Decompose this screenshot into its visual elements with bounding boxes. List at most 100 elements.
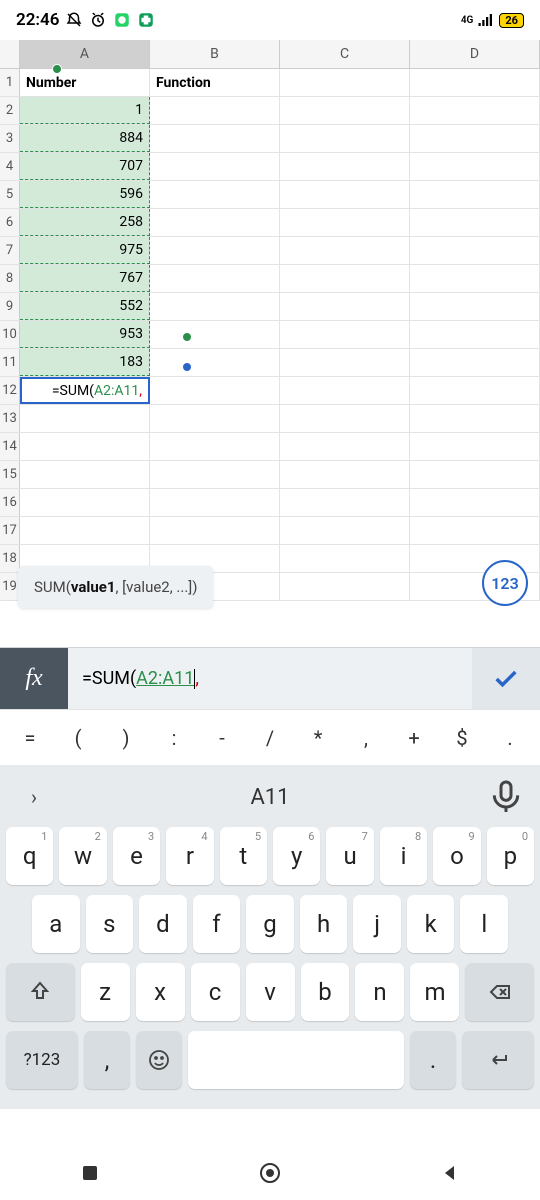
cell-B11[interactable] bbox=[150, 349, 280, 376]
cell-C7[interactable] bbox=[280, 237, 410, 264]
row-header[interactable]: 11 bbox=[0, 349, 20, 376]
cell-D8[interactable] bbox=[410, 265, 540, 292]
confirm-button[interactable] bbox=[472, 648, 540, 709]
row-header[interactable]: 1 bbox=[0, 69, 20, 96]
row-header[interactable]: 19 bbox=[0, 573, 20, 600]
cell-C5[interactable] bbox=[280, 181, 410, 208]
cell-C3[interactable] bbox=[280, 125, 410, 152]
cell-A12[interactable]: =SUM(A2:A11, bbox=[20, 377, 150, 404]
key-r[interactable]: r4 bbox=[166, 827, 213, 885]
period-key[interactable]: . bbox=[410, 1031, 456, 1089]
key-t[interactable]: t5 bbox=[220, 827, 267, 885]
row-header[interactable]: 5 bbox=[0, 181, 20, 208]
row-header[interactable]: 3 bbox=[0, 125, 20, 152]
cell-D10[interactable] bbox=[410, 321, 540, 348]
cell-C18[interactable] bbox=[280, 545, 410, 572]
symbol-key[interactable]: $ bbox=[438, 726, 486, 750]
cell-A6[interactable]: 258 bbox=[20, 209, 150, 236]
cell-D16[interactable] bbox=[410, 489, 540, 516]
range-handle-start[interactable] bbox=[52, 64, 62, 74]
key-e[interactable]: e3 bbox=[113, 827, 160, 885]
cell-A17[interactable] bbox=[20, 517, 150, 544]
select-all-corner[interactable] bbox=[0, 40, 20, 68]
key-g[interactable]: g bbox=[246, 895, 294, 953]
cell-D1[interactable] bbox=[410, 69, 540, 96]
cell-A16[interactable] bbox=[20, 489, 150, 516]
numeric-keypad-toggle[interactable]: 123 bbox=[482, 560, 528, 606]
symbol-key[interactable]: : bbox=[150, 726, 198, 750]
key-k[interactable]: k bbox=[407, 895, 455, 953]
row-header[interactable]: 13 bbox=[0, 405, 20, 432]
cell-B14[interactable] bbox=[150, 433, 280, 460]
cell-D5[interactable] bbox=[410, 181, 540, 208]
cell-B17[interactable] bbox=[150, 517, 280, 544]
cell-C6[interactable] bbox=[280, 209, 410, 236]
row-header[interactable]: 16 bbox=[0, 489, 20, 516]
cell-B6[interactable] bbox=[150, 209, 280, 236]
symbol-key[interactable]: ( bbox=[54, 726, 102, 750]
space-key[interactable] bbox=[188, 1031, 404, 1089]
cell-C2[interactable] bbox=[280, 97, 410, 124]
cell-C19[interactable] bbox=[280, 573, 410, 600]
cell-A1[interactable]: Number bbox=[20, 69, 150, 96]
symbol-key[interactable]: * bbox=[294, 726, 342, 750]
cell-A10[interactable]: 953 bbox=[20, 321, 150, 348]
cell-A9[interactable]: 552 bbox=[20, 293, 150, 320]
cell-B15[interactable] bbox=[150, 461, 280, 488]
cell-B16[interactable] bbox=[150, 489, 280, 516]
cell-B8[interactable] bbox=[150, 265, 280, 292]
cell-D7[interactable] bbox=[410, 237, 540, 264]
key-b[interactable]: b bbox=[301, 963, 350, 1021]
cell-B2[interactable] bbox=[150, 97, 280, 124]
back-button[interactable] bbox=[420, 1155, 480, 1191]
cell-B12[interactable] bbox=[150, 377, 280, 404]
row-header[interactable]: 17 bbox=[0, 517, 20, 544]
row-header[interactable]: 15 bbox=[0, 461, 20, 488]
key-w[interactable]: w2 bbox=[59, 827, 106, 885]
col-header-B[interactable]: B bbox=[150, 40, 280, 68]
symbol-key[interactable]: + bbox=[390, 726, 438, 750]
cell-C4[interactable] bbox=[280, 153, 410, 180]
cell-C15[interactable] bbox=[280, 461, 410, 488]
key-l[interactable]: l bbox=[460, 895, 508, 953]
key-a[interactable]: a bbox=[32, 895, 80, 953]
key-i[interactable]: i8 bbox=[380, 827, 427, 885]
cell-A14[interactable] bbox=[20, 433, 150, 460]
enter-key[interactable] bbox=[462, 1031, 534, 1089]
row-header[interactable]: 7 bbox=[0, 237, 20, 264]
col-header-A[interactable]: A bbox=[20, 40, 150, 68]
symbol-key[interactable]: = bbox=[6, 726, 54, 750]
cell-D15[interactable] bbox=[410, 461, 540, 488]
shift-key[interactable] bbox=[6, 963, 75, 1021]
symbol-key[interactable]: . bbox=[486, 726, 534, 750]
cell-D11[interactable] bbox=[410, 349, 540, 376]
symbol-key[interactable]: - bbox=[198, 726, 246, 750]
cell-B1[interactable]: Function bbox=[150, 69, 280, 96]
mode-switch-key[interactable]: ?123 bbox=[6, 1031, 78, 1089]
key-x[interactable]: x bbox=[136, 963, 185, 1021]
key-v[interactable]: v bbox=[246, 963, 295, 1021]
key-o[interactable]: o9 bbox=[433, 827, 480, 885]
cell-A5[interactable]: 596 bbox=[20, 181, 150, 208]
row-header[interactable]: 6 bbox=[0, 209, 20, 236]
cell-C8[interactable] bbox=[280, 265, 410, 292]
cell-D2[interactable] bbox=[410, 97, 540, 124]
emoji-key[interactable] bbox=[136, 1031, 182, 1089]
cell-A15[interactable] bbox=[20, 461, 150, 488]
cell-A3[interactable]: 884 bbox=[20, 125, 150, 152]
key-d[interactable]: d bbox=[139, 895, 187, 953]
key-s[interactable]: s bbox=[86, 895, 134, 953]
cell-D13[interactable] bbox=[410, 405, 540, 432]
range-handle-end[interactable] bbox=[182, 332, 192, 342]
row-header[interactable]: 9 bbox=[0, 293, 20, 320]
mic-button[interactable] bbox=[486, 777, 526, 817]
row-header[interactable]: 4 bbox=[0, 153, 20, 180]
cell-D3[interactable] bbox=[410, 125, 540, 152]
cell-C17[interactable] bbox=[280, 517, 410, 544]
row-header[interactable]: 14 bbox=[0, 433, 20, 460]
cell-C9[interactable] bbox=[280, 293, 410, 320]
cell-D17[interactable] bbox=[410, 517, 540, 544]
key-p[interactable]: p0 bbox=[487, 827, 534, 885]
key-f[interactable]: f bbox=[193, 895, 241, 953]
key-c[interactable]: c bbox=[191, 963, 240, 1021]
